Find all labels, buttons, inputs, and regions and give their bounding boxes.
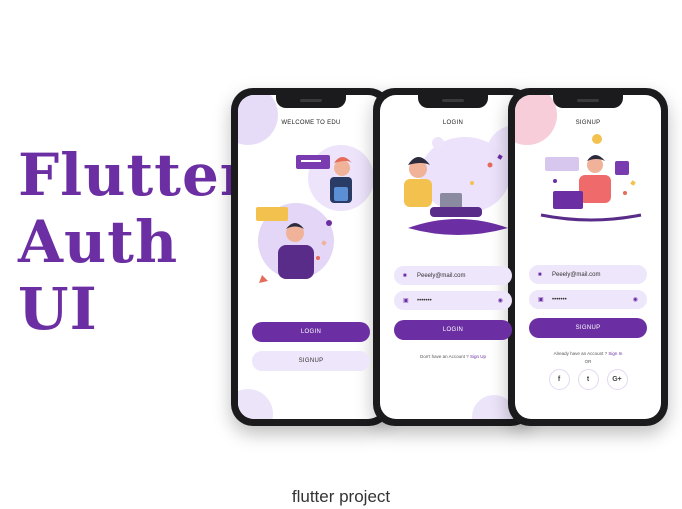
eye-icon[interactable]: ◉ bbox=[498, 297, 503, 304]
headline-auth: Auth bbox=[18, 208, 179, 276]
signup-illustration bbox=[540, 134, 642, 222]
phone-notch bbox=[553, 95, 623, 108]
headline-flutter: Flutter bbox=[18, 141, 252, 209]
phone-signup: SIGNUP ■ Peeely@mail.com ▣ ••••••• ◉ SIG… bbox=[508, 88, 668, 426]
login-email-field[interactable]: ■ Peeely@mail.com bbox=[394, 266, 512, 285]
signup-email-value: Peeely@mail.com bbox=[552, 271, 601, 278]
welcome-illustration bbox=[256, 145, 374, 283]
signup-button[interactable]: SIGNUP bbox=[529, 318, 647, 338]
twitter-icon[interactable]: t bbox=[577, 369, 599, 390]
welcome-signup-button[interactable]: SIGNUP bbox=[252, 351, 370, 371]
login-password-value: ••••••• bbox=[417, 297, 432, 304]
signup-password-value: ••••••• bbox=[552, 296, 567, 303]
eye-icon[interactable]: ◉ bbox=[633, 296, 638, 303]
signup-footer: Already have an Account ? Sign In bbox=[515, 351, 661, 356]
decor-blob bbox=[238, 389, 273, 419]
login-button[interactable]: LOGIN bbox=[394, 320, 512, 340]
phone-notch bbox=[418, 95, 488, 108]
headline-ui: UI bbox=[18, 275, 98, 343]
signup-link[interactable]: Sign Up bbox=[470, 354, 486, 359]
login-password-field[interactable]: ▣ ••••••• ◉ bbox=[394, 291, 512, 310]
phone-notch bbox=[276, 95, 346, 108]
login-illustration bbox=[404, 137, 510, 235]
signup-footer-text: Already have an Account ? bbox=[553, 351, 608, 356]
or-divider: OR bbox=[584, 359, 592, 364]
signup-password-field[interactable]: ▣ ••••••• ◉ bbox=[529, 290, 647, 309]
user-icon: ■ bbox=[403, 272, 407, 279]
signup-title: SIGNUP bbox=[575, 120, 601, 126]
lock-icon: ▣ bbox=[538, 297, 544, 303]
login-footer-text: Don't have an Account ? bbox=[420, 354, 469, 359]
lock-icon: ▣ bbox=[403, 298, 409, 304]
caption: flutter project bbox=[291, 487, 391, 506]
google-plus-icon[interactable]: G+ bbox=[606, 369, 628, 390]
welcome-login-button[interactable]: LOGIN bbox=[252, 322, 370, 342]
welcome-screen: WELCOME TO EDU LOGIN SIGNUP bbox=[238, 95, 384, 419]
signin-link[interactable]: Sign In bbox=[608, 351, 622, 356]
facebook-icon[interactable]: f bbox=[548, 369, 570, 390]
social-login-row: f t G+ bbox=[515, 369, 661, 390]
login-footer: Don't have an Account ? Sign Up bbox=[380, 354, 526, 359]
signup-email-field[interactable]: ■ Peeely@mail.com bbox=[529, 265, 647, 284]
login-screen: LOGIN ■ Peeely@mail.com ▣ ••••••• ◉ LOGI… bbox=[380, 95, 526, 419]
login-email-value: Peeely@mail.com bbox=[417, 272, 466, 279]
phone-welcome: WELCOME TO EDU LOGIN SIGNUP bbox=[231, 88, 391, 426]
login-title: LOGIN bbox=[442, 120, 464, 126]
signup-screen: SIGNUP ■ Peeely@mail.com ▣ ••••••• ◉ SIG… bbox=[515, 95, 661, 419]
welcome-title: WELCOME TO EDU bbox=[281, 120, 341, 126]
user-icon: ■ bbox=[538, 271, 542, 278]
